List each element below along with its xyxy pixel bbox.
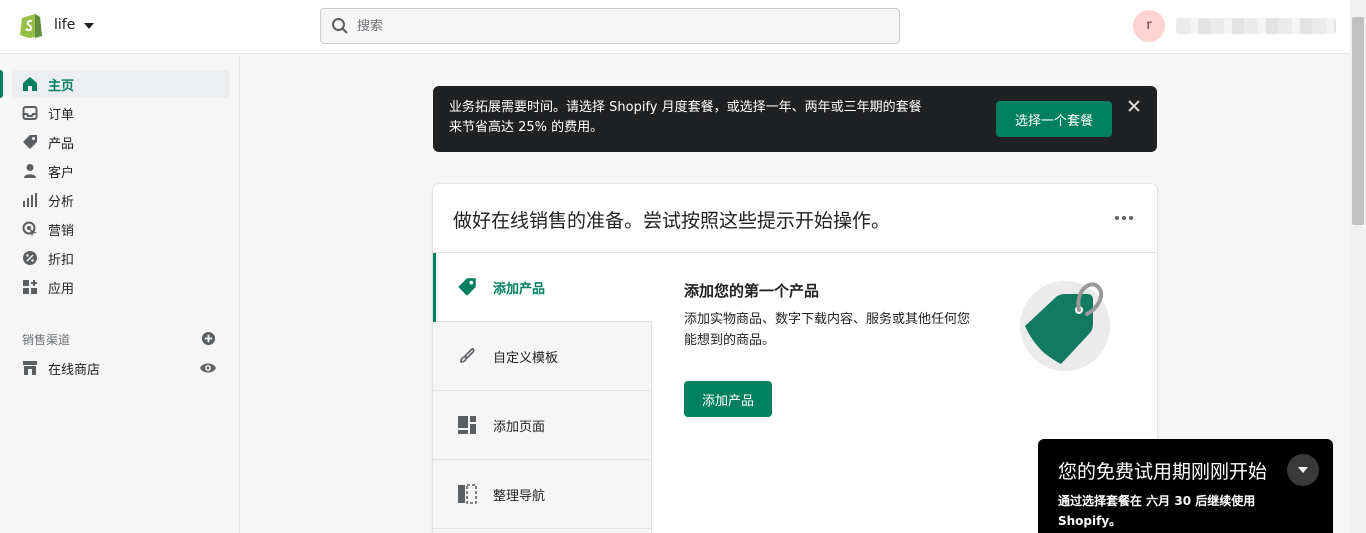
scrollbar-thumb[interactable] bbox=[1352, 17, 1364, 225]
chevron-down-icon[interactable] bbox=[1287, 454, 1319, 486]
shopify-logo-icon[interactable] bbox=[18, 11, 44, 39]
sidebar-item-label: 在线商店 bbox=[48, 362, 101, 378]
add-circle-icon[interactable] bbox=[201, 331, 216, 346]
caret-down-icon[interactable] bbox=[84, 23, 94, 29]
top-bar: life r bbox=[0, 0, 1350, 54]
sidebar-item-marketing[interactable]: 营销 bbox=[12, 215, 230, 243]
sidebar-item-products[interactable]: 产品 bbox=[12, 128, 230, 156]
sidebar-item-online-store[interactable]: 在线商店 bbox=[12, 354, 230, 382]
home-icon bbox=[20, 74, 40, 94]
banner-line-2: 来节省高达 25% 的费用。 bbox=[449, 120, 604, 135]
sidebar-item-home[interactable]: 主页 bbox=[0, 70, 230, 98]
sidebar-item-label: 分析 bbox=[48, 194, 75, 210]
tag-icon bbox=[456, 276, 478, 298]
orders-icon bbox=[20, 103, 40, 123]
search-bar[interactable] bbox=[320, 8, 900, 44]
task-detail-description: 添加实物商品、数字下载内容、服务或其他任何您能想到的商品。 bbox=[684, 312, 971, 348]
blurred-account-name[interactable] bbox=[1176, 18, 1336, 34]
task-list: 添加产品 自定义模板 添加页面 整理导航 bbox=[433, 253, 652, 533]
task-customize-theme[interactable]: 自定义模板 bbox=[433, 322, 652, 391]
search-icon bbox=[332, 18, 348, 34]
select-plan-button[interactable]: 选择一个套餐 bbox=[996, 101, 1112, 137]
target-icon bbox=[20, 219, 40, 239]
task-label: 添加页面 bbox=[493, 419, 546, 435]
bar-chart-icon bbox=[20, 190, 40, 210]
sidebar-item-label: 客户 bbox=[48, 165, 75, 181]
eye-icon[interactable] bbox=[199, 361, 217, 375]
task-add-product[interactable]: 添加产品 bbox=[433, 253, 652, 322]
task-organize-navigation[interactable]: 整理导航 bbox=[433, 460, 652, 529]
trial-title: 您的免费试用期刚刚开始 bbox=[1058, 461, 1268, 483]
page-layout-icon bbox=[456, 414, 478, 436]
page-scrollbar[interactable] bbox=[1350, 0, 1366, 533]
more-horizontal-icon[interactable] bbox=[1113, 208, 1135, 228]
banner-message: 业务拓展需要时间。请选择 Shopify 月度套餐，或选择一年、两年或三年期的套… bbox=[449, 98, 969, 138]
sales-channels-title: 销售渠道 bbox=[22, 333, 71, 347]
sidebar-item-analytics[interactable]: 分析 bbox=[12, 186, 230, 214]
card-title: 做好在线销售的准备。尝试按照这些提示开始操作。 bbox=[453, 210, 891, 232]
sidebar-item-orders[interactable]: 订单 bbox=[12, 99, 230, 127]
banner-line-1: 业务拓展需要时间。请选择 Shopify 月度套餐，或选择一年、两年或三年期的套… bbox=[449, 100, 922, 115]
product-tag-illustration-icon bbox=[1020, 281, 1110, 371]
sidebar-item-label: 应用 bbox=[48, 281, 75, 297]
store-icon bbox=[20, 358, 40, 378]
task-label: 整理导航 bbox=[493, 488, 546, 504]
sidebar-item-label: 主页 bbox=[48, 78, 75, 94]
discount-icon bbox=[20, 248, 40, 268]
apps-icon bbox=[20, 277, 40, 297]
brush-icon bbox=[456, 345, 478, 367]
trial-message: 通过选择套餐在 六月 30 后继续使用 Shopify。 bbox=[1058, 494, 1256, 528]
sidebar-item-label: 产品 bbox=[48, 136, 75, 152]
close-icon[interactable] bbox=[1126, 98, 1142, 114]
task-add-page[interactable]: 添加页面 bbox=[433, 391, 652, 460]
store-name[interactable]: life bbox=[54, 17, 75, 33]
task-detail-title: 添加您的第一个产品 bbox=[684, 282, 820, 300]
task-label: 自定义模板 bbox=[493, 350, 559, 366]
sidebar-item-label: 折扣 bbox=[48, 252, 75, 268]
avatar[interactable]: r bbox=[1133, 10, 1165, 42]
sidebar-item-discounts[interactable]: 折扣 bbox=[12, 244, 230, 272]
search-input[interactable] bbox=[357, 18, 857, 34]
sidebar: 主页 订单 产品 客户 分析 营销 折扣 应用 销售渠道 在线商店 bbox=[0, 55, 240, 533]
sidebar-item-label: 营销 bbox=[48, 223, 75, 239]
sidebar-item-label: 订单 bbox=[48, 107, 75, 123]
sidebar-item-apps[interactable]: 应用 bbox=[12, 273, 230, 301]
person-icon bbox=[20, 161, 40, 181]
navigation-icon bbox=[456, 483, 478, 505]
task-label: 添加产品 bbox=[493, 281, 546, 297]
free-trial-popup: 您的免费试用期刚刚开始 通过选择套餐在 六月 30 后继续使用 Shopify。 bbox=[1038, 439, 1333, 533]
sidebar-item-customers[interactable]: 客户 bbox=[12, 157, 230, 185]
tag-icon bbox=[20, 132, 40, 152]
add-product-button[interactable]: 添加产品 bbox=[684, 381, 772, 417]
